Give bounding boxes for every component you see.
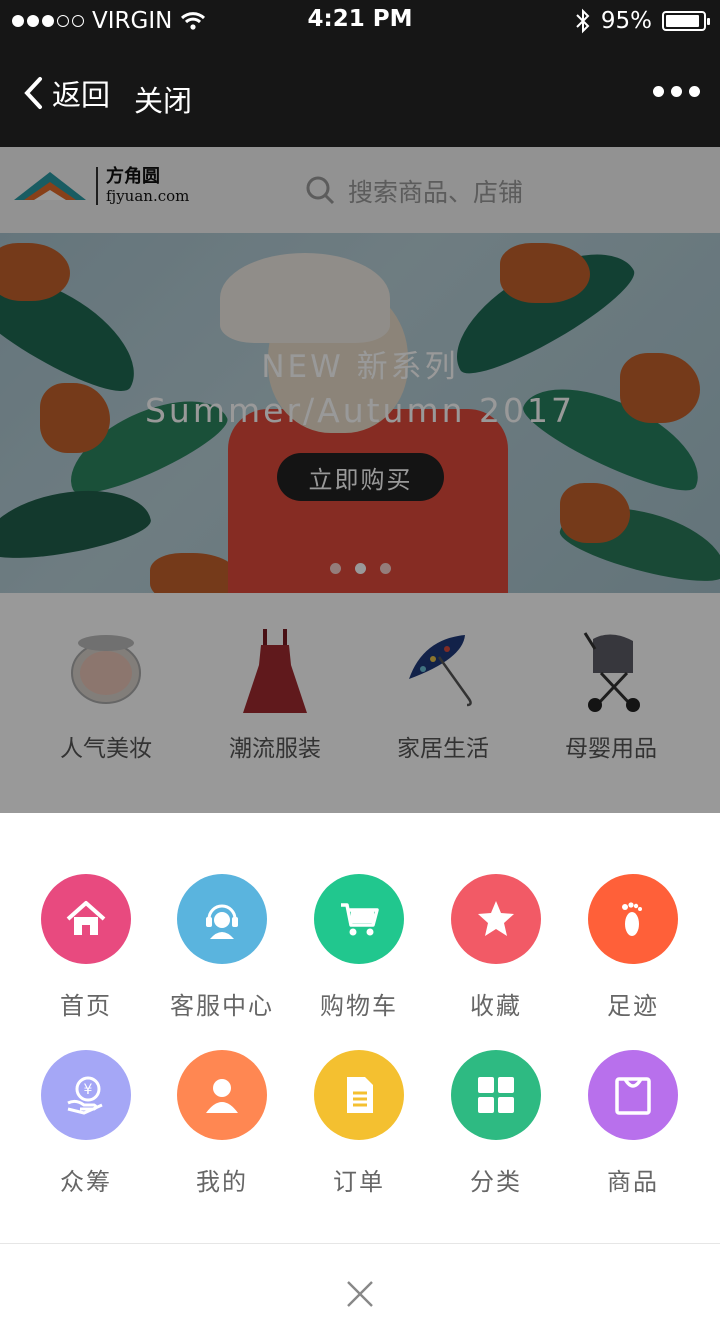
user-icon [177,1050,267,1140]
battery-fill [666,15,700,27]
menu-item-footprint[interactable]: 足迹 [563,874,703,1021]
close-icon[interactable] [337,1271,383,1317]
menu-label: 首页 [60,992,112,1020]
crowdfund-icon: ¥ [41,1050,131,1140]
menu-label: 我的 [196,1168,248,1196]
order-icon [314,1050,404,1140]
cart-icon [314,874,404,964]
quick-menu-sheet: 首页 客服中心 购物车 收藏 足迹 ¥ 众筹 我的 订单 分类 商品 [0,813,720,1334]
status-right: 95% [575,6,710,36]
headset-icon [177,874,267,964]
grid-icon [451,1050,541,1140]
footprint-icon [588,874,678,964]
close-page-button[interactable]: 关闭 [134,78,192,120]
menu-label: 足迹 [607,992,659,1020]
menu-item-orders[interactable]: 订单 [289,1050,429,1197]
menu-label: 分类 [470,1168,522,1196]
back-button[interactable]: 返回 [22,72,110,114]
menu-item-category[interactable]: 分类 [426,1050,566,1197]
menu-label: 购物车 [320,992,398,1020]
sheet-divider [0,1243,720,1244]
back-label: 返回 [52,78,111,112]
status-bar: VIRGIN 4:21 PM 95% [0,0,720,42]
home-icon [41,874,131,964]
menu-label: 订单 [333,1168,385,1196]
menu-item-cart[interactable]: 购物车 [289,874,429,1021]
star-icon [451,874,541,964]
bag-icon [588,1050,678,1140]
modal-backdrop[interactable] [0,147,720,813]
menu-label: 客服中心 [170,992,274,1020]
battery-icon [662,11,710,31]
chevron-left-icon [24,77,42,109]
menu-label: 收藏 [470,992,522,1020]
svg-text:¥: ¥ [84,1082,93,1098]
battery-percent: 95% [600,8,652,34]
menu-item-products[interactable]: 商品 [563,1050,703,1197]
menu-item-crowdfund[interactable]: ¥ 众筹 [16,1050,156,1197]
menu-item-favorites[interactable]: 收藏 [426,874,566,1021]
menu-label: 众筹 [60,1168,112,1196]
menu-item-service[interactable]: 客服中心 [152,874,292,1021]
bluetooth-icon [576,8,590,34]
more-dots-icon[interactable] [653,86,700,97]
menu-item-mine[interactable]: 我的 [152,1050,292,1197]
menu-item-home[interactable]: 首页 [16,874,156,1021]
menu-label: 商品 [607,1168,659,1196]
nav-bar: 返回 关闭 [0,42,720,147]
